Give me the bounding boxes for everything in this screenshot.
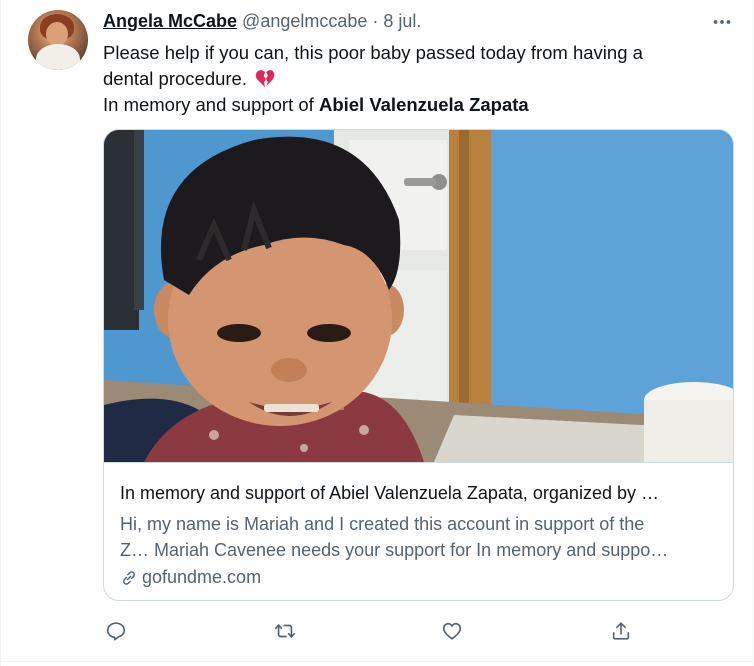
like-button[interactable]	[438, 617, 466, 645]
separator: ·	[372, 11, 379, 31]
tweet-text-line2: dental procedure.	[103, 66, 733, 92]
boy-photo	[104, 130, 733, 462]
card-image[interactable]	[104, 130, 733, 462]
card-body[interactable]: In memory and support of Abiel Valenzuel…	[104, 462, 733, 600]
card-description-line2: Z… Mariah Cavenee needs your support for…	[120, 540, 669, 560]
tweet-text-line3-prefix: In memory and support of	[103, 94, 319, 115]
author-name[interactable]: Angela McCabe	[103, 11, 237, 32]
more-options-button[interactable]	[707, 10, 737, 34]
card-domain-text: gofundme.com	[142, 567, 262, 587]
tweet-text: Please help if you can, this poor baby p…	[103, 40, 733, 118]
reply-button[interactable]	[102, 617, 130, 645]
link-card[interactable]: In memory and support of Abiel Valenzuel…	[103, 129, 734, 601]
avatar-face	[46, 22, 68, 46]
avatar[interactable]	[28, 10, 88, 70]
retweet-icon	[275, 624, 295, 638]
tweet-text-line2-text: dental procedure.	[103, 68, 247, 89]
more-icon	[713, 20, 731, 24]
author-handle[interactable]: @angelmccabe	[242, 11, 367, 32]
tweet-text-line3: In memory and support of Abiel Valenzuel…	[103, 92, 733, 118]
action-bar	[1, 617, 754, 645]
share-button[interactable]	[607, 617, 635, 645]
retweet-button[interactable]	[271, 617, 299, 645]
broken-heart-icon	[255, 70, 275, 88]
card-title[interactable]: In memory and support of Abiel Valenzuel…	[120, 483, 720, 504]
divider	[1, 661, 754, 662]
share-icon	[612, 622, 630, 640]
tweet-text-line3-bold: Abiel Valenzuela Zapata	[318, 94, 529, 115]
tweet[interactable]: Angela McCabe @angelmccabe · 8 jul. Plea…	[0, 0, 754, 666]
link-icon	[122, 570, 136, 585]
card-description-line1: Hi, my name is Mariah and I created this…	[120, 514, 645, 534]
tweet-header: Angela McCabe @angelmccabe · 8 jul.	[103, 11, 421, 33]
tweet-text-line1: Please help if you can, this poor baby p…	[103, 42, 643, 63]
avatar-shirt	[36, 44, 80, 70]
card-domain[interactable]: gofundme.com	[120, 567, 261, 588]
reply-icon	[106, 622, 126, 641]
tweet-date[interactable]: 8 jul.	[383, 11, 421, 32]
card-description: Hi, my name is Mariah and I created this…	[120, 511, 720, 563]
heart-icon	[442, 622, 462, 640]
